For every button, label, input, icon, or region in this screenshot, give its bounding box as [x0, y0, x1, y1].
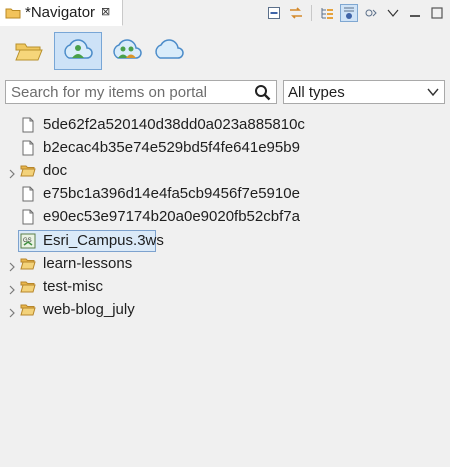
- tree-folder-row[interactable]: test-misc: [0, 276, 450, 298]
- type-filter-value: All types: [288, 83, 345, 101]
- search-icon[interactable]: [254, 84, 271, 101]
- tree-layout-icon: [321, 8, 333, 19]
- tree-item-label: test-misc: [43, 277, 103, 295]
- tree-folder-row[interactable]: web-blog_july: [0, 299, 450, 321]
- open-folder-icon: [15, 43, 43, 61]
- file-icon: [20, 186, 36, 202]
- file-icon: [20, 117, 36, 133]
- tab-title: *Navigator: [25, 4, 96, 21]
- search-input[interactable]: [9, 82, 253, 102]
- groups-button[interactable]: [110, 34, 144, 68]
- link-arrows-icon: [290, 7, 302, 19]
- expand-arrow-icon[interactable]: [8, 166, 16, 179]
- tree-layout-button[interactable]: [318, 4, 336, 22]
- view-toolbar: [265, 3, 446, 23]
- folder-icon: [20, 302, 36, 318]
- search-field[interactable]: [5, 80, 277, 104]
- source-toolbar: [12, 32, 186, 70]
- filter-icon: [365, 9, 377, 17]
- tree-item-row[interactable]: GS Esri_Campus.3ws: [0, 229, 450, 252]
- file-icon: [20, 140, 36, 156]
- link-with-editor-button[interactable]: [287, 4, 305, 22]
- close-icon[interactable]: ⊠: [101, 7, 110, 18]
- view-tab-bar: *Navigator ⊠: [0, 0, 450, 26]
- tree-item-label: web-blog_july: [43, 300, 135, 318]
- collapse-all-button[interactable]: [265, 4, 283, 22]
- folder-icon: [20, 279, 36, 295]
- maximize-button[interactable]: [428, 4, 446, 22]
- tree-item-row[interactable]: b2ecac4b35e74e529bd5f4fe641e95b9: [0, 137, 450, 159]
- tree-item-label: doc: [43, 162, 68, 180]
- minimize-button[interactable]: [406, 4, 424, 22]
- folder-icon: [20, 163, 36, 179]
- navigator-panel: All types 5de62f2a520140d38dd0a023a88581…: [0, 26, 450, 467]
- expand-arrow-icon[interactable]: [8, 259, 16, 272]
- my-content-button[interactable]: [54, 32, 102, 70]
- cloud-icon: [155, 39, 184, 59]
- collapse-all-icon: [268, 7, 280, 19]
- tree-item-row[interactable]: 5de62f2a520140d38dd0a023a885810c: [0, 114, 450, 136]
- scene-file-icon: GS: [20, 233, 36, 249]
- view-menu-button[interactable]: [384, 4, 402, 22]
- expand-arrow-icon[interactable]: [8, 305, 16, 318]
- tree-item-label: 5de62f2a520140d38dd0a023a885810c: [43, 116, 305, 133]
- tree-item-label: learn-lessons: [43, 254, 133, 272]
- type-filter-select[interactable]: All types: [283, 80, 445, 104]
- tree-item-label: Esri_Campus.3ws: [43, 231, 164, 249]
- portal-view-icon: [344, 7, 354, 19]
- chevron-down-icon: [387, 9, 399, 17]
- tree-item-label: e75bc1a396d14e4fa5cb9456f7e5910e: [43, 185, 300, 203]
- maximize-icon: [431, 7, 443, 19]
- toolbar-separator: [311, 5, 312, 21]
- tree-item-label: e90ec53e97174b20a0e9020fb52cbf7a: [43, 208, 300, 226]
- folder-icon: [5, 8, 21, 18]
- cloud-group-icon: [113, 39, 142, 59]
- cloud-user-icon: [64, 39, 93, 59]
- portal-button[interactable]: [152, 34, 186, 68]
- chevron-down-icon: [427, 88, 439, 97]
- navigator-tab[interactable]: *Navigator ⊠: [0, 0, 123, 26]
- filter-button[interactable]: [362, 4, 380, 22]
- portal-view-toggle[interactable]: [340, 4, 358, 22]
- tree-item-label: b2ecac4b35e74e529bd5f4fe641e95b9: [43, 139, 300, 157]
- expand-arrow-icon[interactable]: [8, 282, 16, 295]
- file-icon: [20, 209, 36, 225]
- folder-icon: [20, 256, 36, 272]
- minimize-icon: [410, 15, 420, 17]
- tree-item-row[interactable]: e75bc1a396d14e4fa5cb9456f7e5910e: [0, 183, 450, 205]
- tree-folder-row[interactable]: doc: [0, 160, 450, 182]
- tree-folder-row[interactable]: learn-lessons: [0, 253, 450, 275]
- tree-item-row[interactable]: e90ec53e97174b20a0e9020fb52cbf7a: [0, 206, 450, 228]
- local-folder-button[interactable]: [12, 34, 46, 68]
